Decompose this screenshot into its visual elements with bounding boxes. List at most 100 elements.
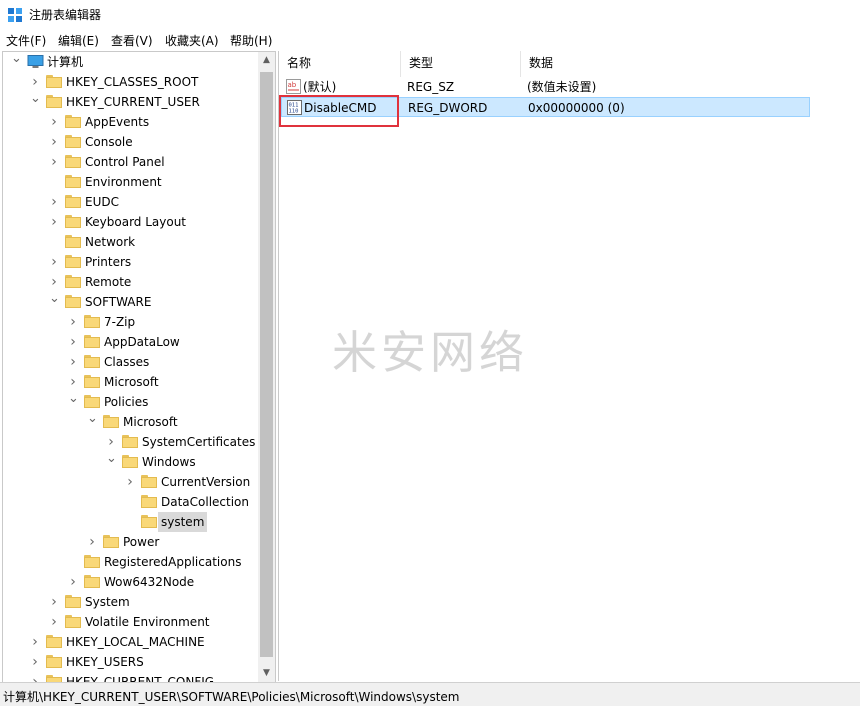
tree-item[interactable]: › HKEY_USERS <box>3 652 255 672</box>
tree-item[interactable]: › Keyboard Layout <box>3 212 255 232</box>
tree-item[interactable]: › Printers <box>3 252 255 272</box>
menu-edit[interactable]: 编辑(E) <box>58 32 99 49</box>
folder-icon <box>84 375 100 388</box>
tree-item[interactable]: › Remote <box>3 272 255 292</box>
chevron-right-icon[interactable]: › <box>30 632 40 652</box>
tree-item[interactable]: › HKEY_LOCAL_MACHINE <box>3 632 255 652</box>
tree-item[interactable]: › CurrentVersion <box>3 472 255 492</box>
column-header-data[interactable]: 数据 <box>521 51 681 77</box>
chevron-right-icon[interactable]: › <box>49 112 59 132</box>
tree-scrollbar[interactable]: ▲ ▼ <box>258 52 275 682</box>
computer-icon <box>27 55 44 68</box>
tree-item[interactable]: › AppDataLow <box>3 332 255 352</box>
chevron-down-icon[interactable]: ⌄ <box>49 292 60 312</box>
tree-item[interactable]: › System <box>3 592 255 612</box>
tree-item[interactable]: › Control Panel <box>3 152 255 172</box>
chevron-right-icon[interactable]: › <box>49 252 59 272</box>
chevron-right-icon[interactable]: › <box>68 572 78 592</box>
tree-item[interactable]: › EUDC <box>3 192 255 212</box>
chevron-down-icon[interactable]: ⌄ <box>106 452 117 472</box>
tree-item[interactable]: ⌄ HKEY_CURRENT_USER <box>3 92 255 112</box>
chevron-right-icon[interactable]: › <box>49 132 59 152</box>
chevron-right-icon[interactable]: › <box>49 192 59 212</box>
registry-tree[interactable]: ▲ ▼ ⌄ 计算机 › HKEY_CLASSES_ROOT ⌄ HKEY_CURRENT_… <box>2 51 276 683</box>
tree-item-label: SOFTWARE <box>85 295 152 309</box>
folder-icon <box>65 195 81 208</box>
scroll-thumb[interactable] <box>260 72 273 657</box>
value-row[interactable]: ab (默认) REG_SZ (数值未设置) <box>281 77 810 97</box>
folder-icon <box>103 415 119 428</box>
folder-icon <box>84 575 100 588</box>
chevron-right-icon[interactable]: › <box>68 312 78 332</box>
chevron-right-icon[interactable]: › <box>30 72 40 92</box>
tree-item-label: system <box>158 512 208 532</box>
chevron-down-icon[interactable]: ⌄ <box>87 412 98 432</box>
chevron-right-icon[interactable]: › <box>106 432 116 452</box>
tree-item-label: System <box>85 595 130 609</box>
tree-item[interactable]: Network <box>3 232 255 252</box>
menu-help[interactable]: 帮助(H) <box>230 32 272 49</box>
chevron-right-icon[interactable]: › <box>87 532 97 552</box>
chevron-right-icon[interactable]: › <box>125 472 135 492</box>
tree-item[interactable]: › Volatile Environment <box>3 612 255 632</box>
chevron-right-icon[interactable]: › <box>68 372 78 392</box>
tree-item-label: AppEvents <box>85 115 150 129</box>
chevron-right-icon[interactable]: › <box>68 332 78 352</box>
value-data: (数值未设置) <box>527 80 597 94</box>
tree-item[interactable]: › Wow6432Node <box>3 572 255 592</box>
tree-item[interactable]: › Microsoft <box>3 372 255 392</box>
registry-path: 计算机\HKEY_CURRENT_USER\SOFTWARE\Policies\… <box>3 690 460 704</box>
tree-item-label: AppDataLow <box>104 335 180 349</box>
highlight-annotation-box <box>279 95 399 127</box>
chevron-right-icon[interactable]: › <box>49 212 59 232</box>
menu-favorites[interactable]: 收藏夹(A) <box>165 32 219 49</box>
tree-item-label: Policies <box>104 395 149 409</box>
tree-item-label: Microsoft <box>104 375 159 389</box>
scroll-down-icon[interactable]: ▼ <box>258 665 275 682</box>
tree-item[interactable]: RegisteredApplications <box>3 552 255 572</box>
chevron-right-icon[interactable]: › <box>30 652 40 672</box>
folder-icon <box>84 555 100 568</box>
tree-item[interactable]: › SystemCertificates <box>3 432 255 452</box>
tree-item[interactable]: Environment <box>3 172 255 192</box>
column-header-name[interactable]: 名称 <box>279 51 401 77</box>
tree-item[interactable]: ⌄ Windows <box>3 452 255 472</box>
tree-item-label: SystemCertificates <box>142 435 256 449</box>
tree-item-label: Keyboard Layout <box>85 215 187 229</box>
chevron-right-icon[interactable]: › <box>49 152 59 172</box>
tree-item[interactable]: › Console <box>3 132 255 152</box>
tree-item[interactable]: › Classes <box>3 352 255 372</box>
tree-item[interactable]: ⌄ Policies <box>3 392 255 412</box>
tree-item[interactable]: DataCollection <box>3 492 255 512</box>
folder-icon <box>65 155 81 168</box>
tree-item[interactable]: › Power <box>3 532 255 552</box>
folder-icon <box>103 535 119 548</box>
chevron-right-icon[interactable]: › <box>49 272 59 292</box>
value-name: (默认) <box>303 80 337 94</box>
tree-item[interactable]: › AppEvents <box>3 112 255 132</box>
menu-view[interactable]: 查看(V) <box>111 32 153 49</box>
tree-item[interactable]: › 7-Zip <box>3 312 255 332</box>
folder-icon <box>65 255 81 268</box>
scroll-up-icon[interactable]: ▲ <box>258 52 275 69</box>
tree-item[interactable]: ⌄ SOFTWARE <box>3 292 255 312</box>
menu-bar: 文件(F) 编辑(E) 查看(V) 收藏夹(A) 帮助(H) <box>0 28 860 50</box>
chevron-down-icon[interactable]: ⌄ <box>30 92 41 112</box>
value-data: 0x00000000 (0) <box>528 101 625 115</box>
chevron-down-icon[interactable]: ⌄ <box>68 392 79 412</box>
tree-item-label: CurrentVersion <box>161 475 251 489</box>
tree-item[interactable]: system <box>3 512 255 532</box>
tree-item-label: 7-Zip <box>104 315 136 329</box>
chevron-right-icon[interactable]: › <box>49 612 59 632</box>
chevron-right-icon[interactable]: › <box>49 592 59 612</box>
column-header-type[interactable]: 类型 <box>401 51 521 77</box>
folder-icon <box>65 275 81 288</box>
tree-item[interactable]: ⌄ Microsoft <box>3 412 255 432</box>
tree-item[interactable]: › HKEY_CLASSES_ROOT <box>3 72 255 92</box>
value-type: REG_DWORD <box>408 101 488 115</box>
chevron-right-icon[interactable]: › <box>68 352 78 372</box>
tree-item[interactable]: ⌄ 计算机 <box>3 52 255 72</box>
menu-file[interactable]: 文件(F) <box>6 32 46 49</box>
tree-item-label: RegisteredApplications <box>104 555 242 569</box>
chevron-down-icon[interactable]: ⌄ <box>11 52 22 72</box>
